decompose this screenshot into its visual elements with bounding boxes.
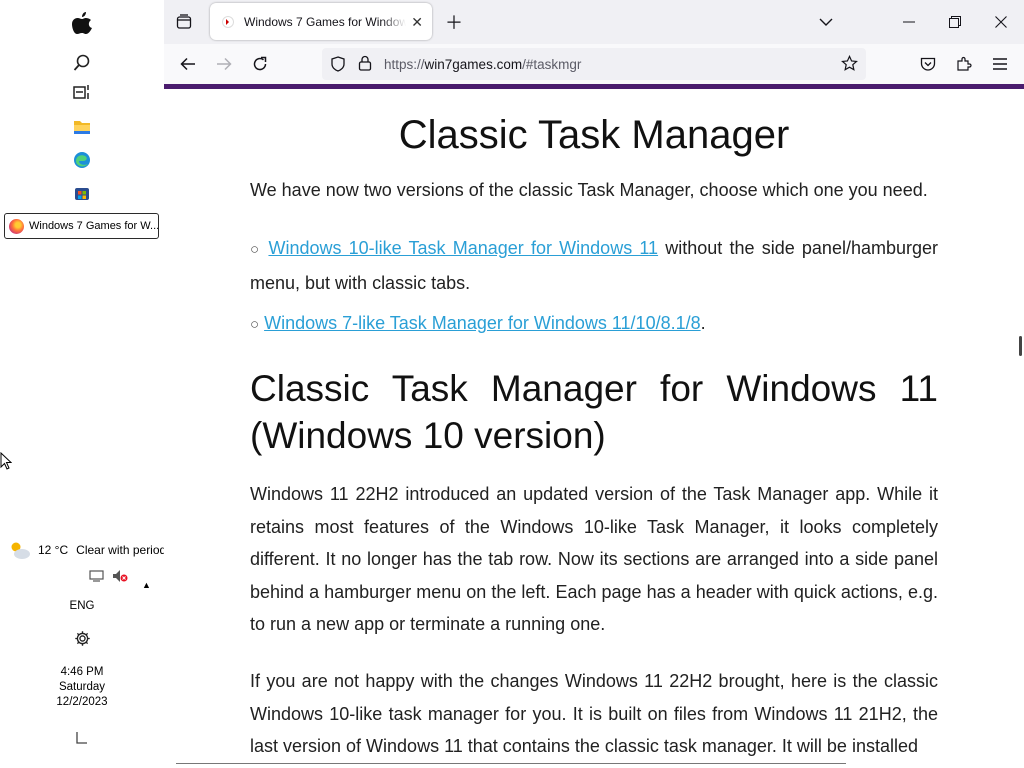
subheading-wrap: Classic Task Manager for Windows 11 (Wind…: [250, 365, 938, 459]
navigation-toolbar: https://win7games.com/#taskmgr: [164, 44, 1024, 84]
url-scheme: https://: [384, 56, 425, 72]
mouse-cursor-icon: [0, 451, 13, 475]
minimize-icon[interactable]: [897, 10, 921, 34]
back-icon[interactable]: [176, 52, 200, 76]
weather-widget[interactable]: 12 °C Clear with period: [8, 540, 166, 560]
restore-icon[interactable]: [943, 10, 967, 34]
link-win7-task-manager[interactable]: Windows 7-like Task Manager for Windows …: [264, 313, 701, 333]
list-all-tabs-chevron-icon[interactable]: [814, 10, 838, 34]
store-icon[interactable]: [71, 182, 93, 204]
partly-cloudy-icon: [11, 542, 30, 559]
tab-close-icon[interactable]: ✕: [411, 14, 423, 31]
bullet-marker: ○: [250, 316, 260, 333]
browser-window: Windows 7 Games for Windows 11 ✕ ＋: [164, 0, 1024, 768]
reload-icon[interactable]: [248, 52, 272, 76]
bullet-item-2: ○ Windows 7-like Task Manager for Window…: [250, 307, 938, 342]
page-title: Classic Task Manager: [398, 113, 790, 157]
intro-wrap: We have now two versions of the classic …: [250, 174, 938, 207]
weather-temp: 12 °C: [38, 543, 69, 557]
search-icon[interactable]: [71, 52, 93, 74]
tracking-protection-shield-icon[interactable]: [330, 56, 346, 77]
url-bar[interactable]: https://win7games.com/#taskmgr: [322, 48, 866, 80]
section-heading-line1: Classic Task Manager for Windows 11: [250, 368, 938, 409]
taskbar: Windows 7 Games for W... 12 °C Clear wit…: [0, 0, 166, 768]
url-host: win7games.com: [424, 56, 523, 72]
bullet-2-text: .: [700, 313, 706, 333]
volume-muted-icon[interactable]: [112, 569, 128, 586]
tab-active[interactable]: Windows 7 Games for Windows 11 ✕: [210, 3, 432, 40]
vertical-scrollbar-thumb[interactable]: [1019, 336, 1022, 356]
clock-date: 12/2/2023: [56, 696, 108, 708]
weather-condition: Clear with period: [76, 543, 167, 557]
new-tab-icon[interactable]: ＋: [442, 10, 466, 34]
show-desktop-icon[interactable]: [71, 727, 93, 749]
file-explorer-icon[interactable]: [71, 116, 93, 138]
task-view-icon[interactable]: [71, 81, 93, 103]
intro-paragraph: We have now two versions of the classic …: [250, 180, 928, 200]
bullet-marker: ○: [250, 241, 262, 258]
section-heading-line2: (Windows 10 version): [250, 415, 606, 456]
network-icon[interactable]: [89, 569, 105, 586]
page-heading-wrap: Classic Task Manager: [250, 113, 938, 158]
forward-icon[interactable]: [212, 52, 236, 76]
bullet-item-1: ○ Windows 10-like Task Manager for Windo…: [250, 232, 938, 299]
firefox-view-icon[interactable]: [172, 10, 196, 34]
start-icon[interactable]: [71, 12, 93, 34]
hamburger-menu-icon[interactable]: [988, 52, 1012, 76]
language-indicator[interactable]: ENG: [0, 599, 164, 614]
lock-icon[interactable]: [358, 55, 372, 76]
tray-overflow-chevron-icon[interactable]: ▲: [142, 580, 151, 590]
tab-title: Windows 7 Games for Windows 11: [244, 14, 406, 29]
extensions-puzzle-icon[interactable]: [952, 52, 976, 76]
firefox-icon: [9, 218, 24, 234]
url-text: https://win7games.com/#taskmgr: [384, 57, 581, 72]
link-win10-task-manager[interactable]: Windows 10-like Task Manager for Windows…: [268, 238, 658, 258]
paragraph-1-wrap: Windows 11 22H2 introduced an updated ve…: [250, 478, 938, 641]
clock[interactable]: 4:46 PM Saturday 12/2/2023: [0, 665, 164, 710]
site-favicon-icon: [222, 15, 234, 28]
edge-icon[interactable]: [71, 149, 93, 171]
paragraph-1: Windows 11 22H2 introduced an updated ve…: [250, 484, 938, 634]
tab-bar: Windows 7 Games for Windows 11 ✕ ＋: [164, 0, 1024, 44]
paragraph-2-wrap: If you are not happy with the changes Wi…: [250, 665, 938, 763]
horizontal-scrollbar[interactable]: [176, 763, 846, 764]
clock-day: Saturday: [58, 681, 106, 693]
section-heading: Classic Task Manager for Windows 11 (Wind…: [250, 365, 938, 459]
paragraph-2: If you are not happy with the changes Wi…: [250, 671, 938, 756]
url-path: /#taskmgr: [522, 56, 582, 72]
taskbar-firefox-window-button[interactable]: Windows 7 Games for W...: [4, 213, 159, 239]
pocket-icon[interactable]: [916, 52, 940, 76]
taskbar-task-label: Windows 7 Games for W...: [29, 220, 159, 232]
settings-gear-icon[interactable]: [71, 627, 93, 649]
clock-time: 4:46 PM: [60, 666, 104, 678]
bookmark-star-icon[interactable]: [841, 54, 858, 77]
close-window-icon[interactable]: [989, 10, 1013, 34]
page-content: Classic Task Manager We have now two ver…: [164, 89, 1024, 768]
